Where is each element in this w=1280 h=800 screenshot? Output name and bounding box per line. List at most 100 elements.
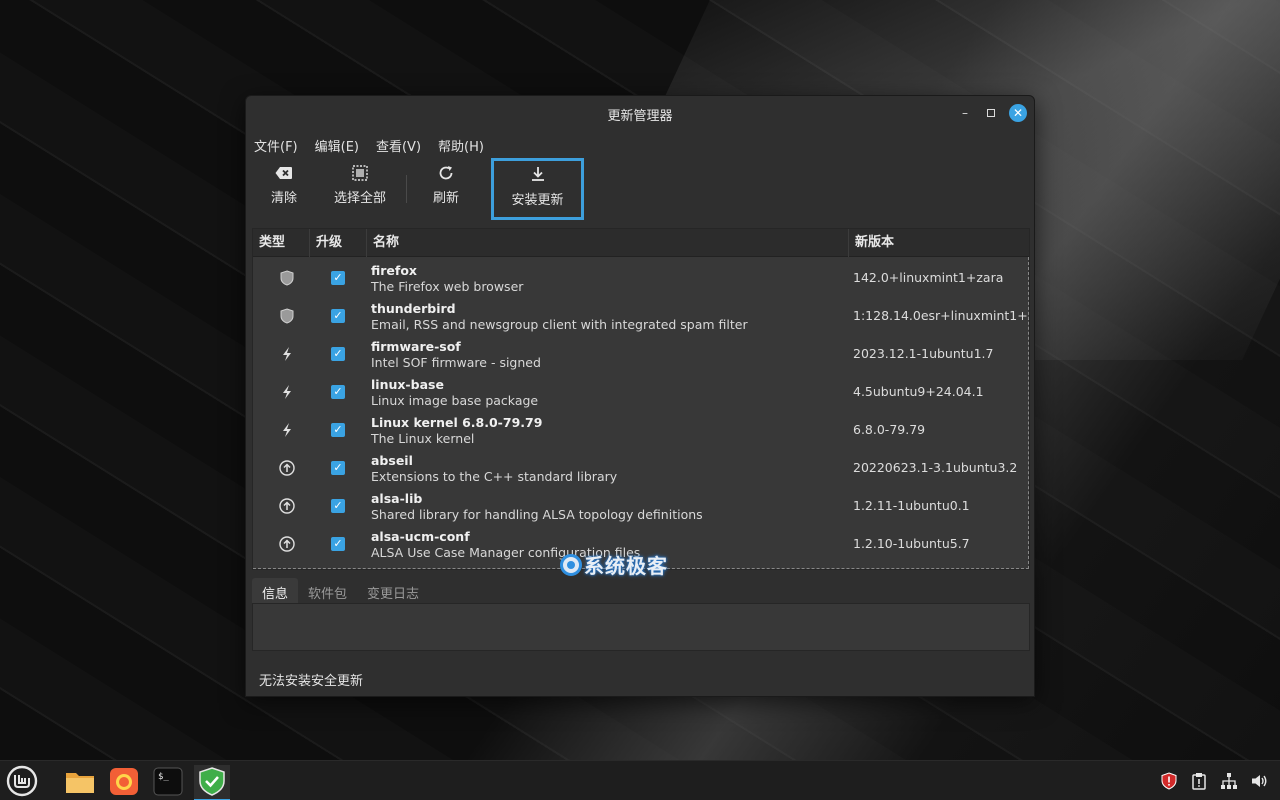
table-row[interactable]: ✓ abseil Extensions to the C++ standard li… xyxy=(253,449,1029,487)
package-name: firefox xyxy=(371,263,417,278)
security-shield-icon xyxy=(279,270,295,286)
refresh-button[interactable]: 刷新 xyxy=(424,159,468,219)
package-cell: abseil Extensions to the C++ standard lib… xyxy=(371,453,841,485)
menu-view[interactable]: 查看(V) xyxy=(376,136,421,156)
package-description: Email, RSS and newsgroup client with int… xyxy=(371,317,748,332)
table-row[interactable]: ✓ thunderbird Email, RSS and newsgroup cli… xyxy=(253,297,1029,335)
close-button[interactable]: ✕ xyxy=(1009,104,1027,122)
taskbar-firefox[interactable] xyxy=(106,765,142,797)
upgrade-checkbox[interactable]: ✓ xyxy=(331,537,345,551)
menubar: 文件(F) 编辑(E) 查看(V) 帮助(H) xyxy=(254,136,484,156)
package-cell: firmware-sof Intel SOF firmware - signed xyxy=(371,339,841,371)
maximize-button[interactable] xyxy=(982,104,1000,122)
table-row[interactable]: ✓ linux-base Linux image base package 4.5ub… xyxy=(253,373,1029,411)
menu-help[interactable]: 帮助(H) xyxy=(438,136,484,156)
package-version: 2023.12.1-1ubuntu1.7 xyxy=(853,346,994,361)
package-description: The Linux kernel xyxy=(371,431,475,446)
tab-changelog[interactable]: 变更日志 xyxy=(357,578,429,604)
package-name: linux-base xyxy=(371,377,444,392)
package-description: Intel SOF firmware - signed xyxy=(371,355,541,370)
select-all-button[interactable]: 选择全部 xyxy=(326,159,394,219)
select-all-label: 选择全部 xyxy=(333,191,386,206)
taskbar-files[interactable] xyxy=(62,765,98,797)
clear-button[interactable]: 清除 xyxy=(260,159,308,219)
clipboard-tray-icon[interactable] xyxy=(1190,772,1208,790)
titlebar[interactable]: 更新管理器 – ✕ xyxy=(246,96,1034,130)
upgrade-checkbox[interactable]: ✓ xyxy=(331,309,345,323)
package-version: 142.0+linuxmint1+zara xyxy=(853,270,1004,285)
install-updates-label: 安装更新 xyxy=(511,193,564,208)
table-header: 类型 升级 名称 新版本 xyxy=(253,229,1029,257)
taskbar: $_ xyxy=(0,760,1280,800)
kernel-bolt-icon xyxy=(279,346,295,362)
svg-text:$_: $_ xyxy=(158,772,169,782)
tab-packages[interactable]: 软件包 xyxy=(298,578,357,604)
column-header-type[interactable]: 类型 xyxy=(253,229,310,257)
menu-edit[interactable]: 编辑(E) xyxy=(315,136,359,156)
package-cell: linux-base Linux image base package xyxy=(371,377,841,409)
table-row[interactable]: ✓ firefox The Firefox web browser 142.0+lin… xyxy=(253,259,1029,297)
table-row[interactable]: ✓ Linux kernel 6.8.0-79.79 The Linux kerne… xyxy=(253,411,1029,449)
column-header-upgrade[interactable]: 升级 xyxy=(310,229,367,257)
upgrade-checkbox[interactable]: ✓ xyxy=(331,423,345,437)
refresh-icon xyxy=(424,159,468,185)
package-cell: alsa-lib Shared library for handling ALSA… xyxy=(371,491,841,523)
package-cell: thunderbird Email, RSS and newsgroup clie… xyxy=(371,301,841,333)
upgrade-checkbox[interactable]: ✓ xyxy=(331,347,345,361)
taskbar-terminal[interactable]: $_ xyxy=(150,765,186,797)
table-row[interactable]: ✓ alsa-lib Shared library for handling ALS… xyxy=(253,487,1029,525)
watermark-logo-icon xyxy=(560,553,582,576)
update-shield-tray-icon[interactable] xyxy=(1160,772,1178,790)
watermark: 系统极客 xyxy=(560,550,668,579)
volume-tray-icon[interactable] xyxy=(1250,772,1268,790)
upgrade-checkbox[interactable]: ✓ xyxy=(331,385,345,399)
package-name: alsa-lib xyxy=(371,491,423,506)
upgrade-checkbox[interactable]: ✓ xyxy=(331,271,345,285)
start-menu-button[interactable] xyxy=(4,765,40,797)
upgrade-checkbox[interactable]: ✓ xyxy=(331,499,345,513)
column-header-version[interactable]: 新版本 xyxy=(849,229,1029,257)
download-icon xyxy=(494,161,581,187)
kernel-bolt-icon xyxy=(279,384,295,400)
select-all-icon xyxy=(326,159,394,185)
refresh-label: 刷新 xyxy=(432,191,459,206)
upgrade-checkbox[interactable]: ✓ xyxy=(331,461,345,475)
clear-label: 清除 xyxy=(270,191,297,206)
table-row[interactable]: ✓ firmware-sof Intel SOF firmware - signed… xyxy=(253,335,1029,373)
package-name: thunderbird xyxy=(371,301,456,316)
package-name: abseil xyxy=(371,453,413,468)
package-name: alsa-ucm-conf xyxy=(371,529,470,544)
shield-check-icon xyxy=(199,767,225,796)
package-version: 1.2.10-1ubuntu5.7 xyxy=(853,536,970,551)
package-cell: Linux kernel 6.8.0-79.79 The Linux kernel xyxy=(371,415,841,447)
minimize-button[interactable]: – xyxy=(956,104,974,122)
package-description: The Firefox web browser xyxy=(371,279,524,294)
terminal-icon: $_ xyxy=(153,767,183,796)
details-tabs: 信息 软件包 变更日志 xyxy=(252,578,429,604)
install-updates-button[interactable]: 安装更新 xyxy=(491,158,584,220)
security-shield-icon xyxy=(279,308,295,324)
toolbar-separator xyxy=(406,175,407,203)
folder-icon xyxy=(66,773,94,793)
upgrade-arrow-icon xyxy=(279,536,295,552)
package-description: Extensions to the C++ standard library xyxy=(371,469,618,484)
package-version: 20220623.1-3.1ubuntu3.2 xyxy=(853,460,1018,475)
taskbar-update-manager[interactable] xyxy=(194,765,230,800)
package-description: Shared library for handling ALSA topolog… xyxy=(371,507,703,522)
updates-table: 类型 升级 名称 新版本 ✓ firefox The Firefox web bro… xyxy=(252,228,1030,570)
upgrade-arrow-icon xyxy=(279,460,295,476)
details-panel xyxy=(252,603,1030,651)
maximize-icon xyxy=(987,108,995,117)
column-header-name[interactable]: 名称 xyxy=(367,229,849,257)
package-name: firmware-sof xyxy=(371,339,461,354)
package-description: Linux image base package xyxy=(371,393,539,408)
status-text: 无法安装安全更新 xyxy=(259,674,364,689)
tab-info[interactable]: 信息 xyxy=(252,578,299,604)
package-version: 6.8.0-79.79 xyxy=(853,422,926,437)
watermark-text: 系统极客 xyxy=(584,554,668,578)
mint-logo-icon xyxy=(6,765,38,797)
system-tray xyxy=(1160,772,1268,790)
network-tray-icon[interactable] xyxy=(1220,772,1238,790)
upgrade-arrow-icon xyxy=(279,498,295,514)
menu-file[interactable]: 文件(F) xyxy=(254,136,298,156)
